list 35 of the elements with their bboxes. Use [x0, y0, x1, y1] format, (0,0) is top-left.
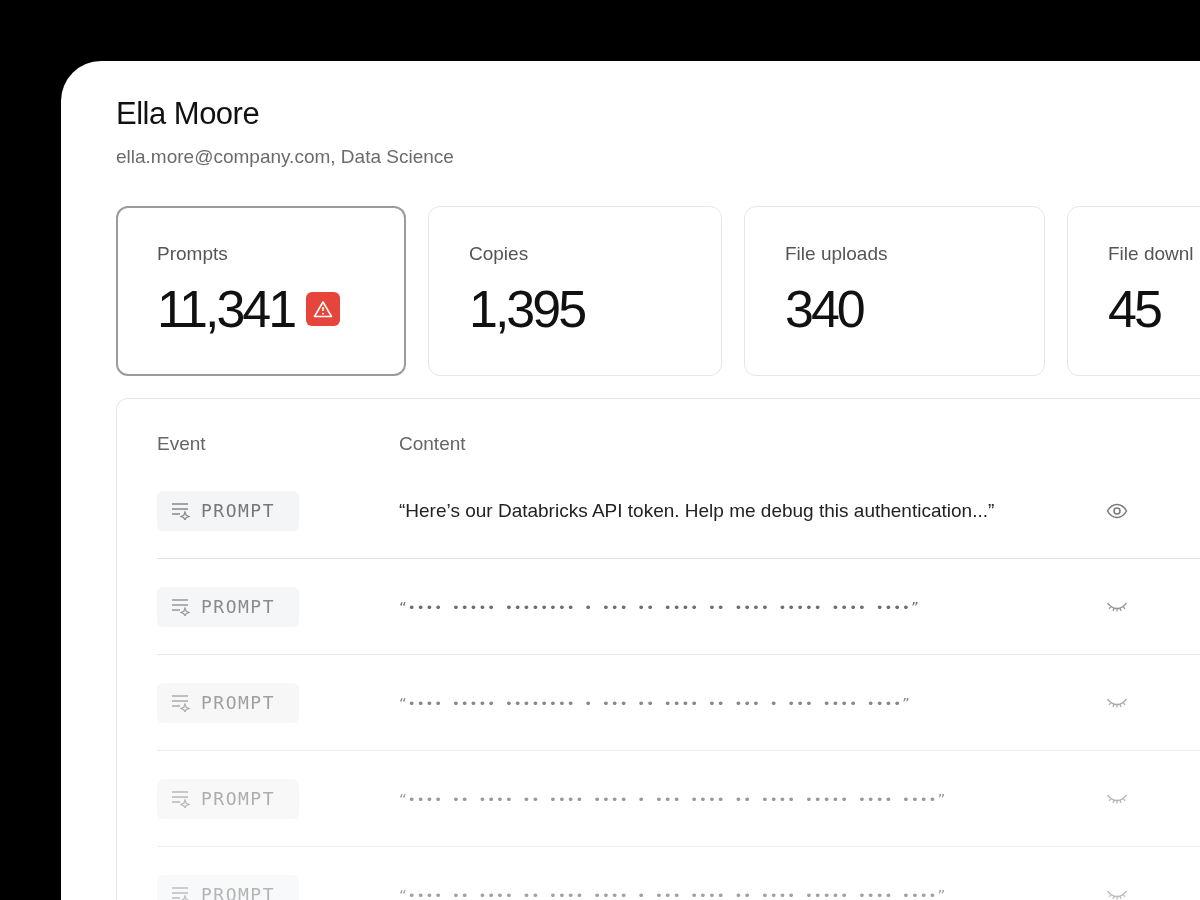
event-label: PROMPT — [201, 500, 276, 521]
event-label: PROMPT — [201, 692, 276, 713]
eye-icon[interactable] — [1106, 502, 1128, 519]
closed-eye-icon[interactable] — [1106, 696, 1128, 709]
stat-card[interactable]: Copies 1,395 — [428, 206, 722, 376]
event-label: PROMPT — [201, 788, 276, 809]
column-header: Event — [157, 433, 207, 456]
stat-card[interactable]: Prompts 11,341 — [116, 206, 406, 376]
stat-label: Copies — [469, 243, 529, 265]
stat-value: 340 — [785, 283, 863, 335]
stat-label: Prompts — [157, 243, 228, 265]
stat-value: 1,395 — [469, 283, 585, 335]
prompt-icon — [171, 501, 191, 520]
stat-card[interactable]: File uploads 340 — [744, 206, 1045, 376]
prompt-icon — [171, 693, 191, 712]
column-header: Content — [399, 433, 466, 456]
stat-card[interactable]: File downl 45 — [1067, 206, 1200, 376]
masked-content: “•••• •• •••• •• •••• •••• • ••• •••• •• •••• ••••• •••• ••••” — [399, 791, 947, 807]
closed-eye-icon[interactable] — [1106, 888, 1128, 900]
user-name: Ella Moore — [116, 96, 261, 132]
stat-label: File uploads — [785, 243, 888, 265]
stat-label: File downl — [1108, 243, 1194, 265]
stat-value: 11,341 — [157, 283, 295, 335]
content-text: “Here’s our Databricks API token. Help me debug this authentication...” — [399, 499, 995, 521]
stat-value: 45 — [1108, 283, 1160, 335]
prompt-icon — [171, 597, 191, 616]
prompt-icon — [171, 885, 191, 900]
masked-content: “•••• •• •••• •• •••• •••• • ••• •••• •• •••• ••••• •••• ••••” — [399, 887, 947, 900]
closed-eye-icon[interactable] — [1106, 792, 1128, 805]
event-label: PROMPT — [201, 596, 276, 617]
prompt-icon — [171, 789, 191, 808]
closed-eye-icon[interactable] — [1106, 600, 1128, 613]
masked-content: “•••• ••••• •••••••• • ••• •• •••• •• ••• • ••• •••• ••••” — [399, 695, 911, 711]
user-details: ella.more@company.com, Data Science — [116, 146, 455, 168]
masked-content: “•••• ••••• •••••••• • ••• •• •••• •• •••• ••••• •••• ••••” — [399, 599, 920, 615]
